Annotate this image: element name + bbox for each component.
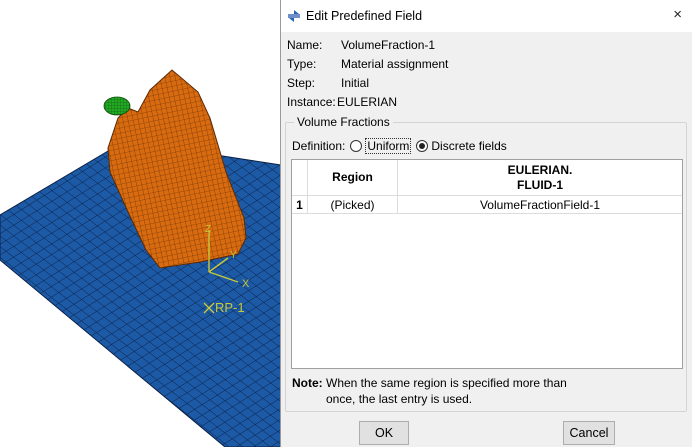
instance-row: Instance:EULERIAN <box>287 94 397 110</box>
row-index: 1 <box>292 196 308 214</box>
name-row: Name: VolumeFraction-1 <box>287 37 435 53</box>
note-line2: once, the last entry is used. <box>326 392 473 406</box>
ok-button[interactable]: OK <box>359 421 409 445</box>
triad-z-label: Z <box>205 224 211 235</box>
note-label: Note: <box>292 376 323 390</box>
uniform-radio[interactable] <box>350 140 363 152</box>
group-title: Volume Fractions <box>294 115 393 129</box>
header-material-line2: FLUID-1 <box>517 177 563 192</box>
definition-label: Definition: <box>292 139 346 153</box>
dialog-title: Edit Predefined Field <box>306 9 423 23</box>
note-text: Note: When the same region is specified m… <box>292 375 567 407</box>
cancel-button[interactable]: Cancel <box>563 421 615 445</box>
header-material: EULERIAN. FLUID-1 <box>398 160 682 196</box>
step-label: Step: <box>287 76 316 90</box>
volume-fraction-table: Region EULERIAN. FLUID-1 1 (Picked) Volu… <box>291 159 683 369</box>
definition-row: Definition: Uniform Discrete fields <box>292 137 507 155</box>
triad-y-label: Y <box>230 250 237 261</box>
model-viewport[interactable]: Z Y X RP-1 <box>0 0 281 447</box>
discrete-fields-label[interactable]: Discrete fields <box>431 139 506 153</box>
header-material-line1: EULERIAN. <box>507 162 573 177</box>
dialog-titlebar[interactable]: Edit Predefined Field × <box>281 0 692 32</box>
header-region: Region <box>308 160 398 196</box>
step-row: Step: Initial <box>287 75 369 91</box>
edit-predefined-field-dialog: Edit Predefined Field × Name: VolumeFract… <box>280 0 692 447</box>
uniform-label[interactable]: Uniform <box>365 138 412 154</box>
type-label: Type: <box>287 57 317 71</box>
edit-field-icon <box>287 9 301 23</box>
instance-value: EULERIAN <box>337 95 398 109</box>
volume-fractions-group: Volume Fractions Definition: Uniform Dis… <box>285 115 687 412</box>
row-value-cell[interactable]: VolumeFractionField-1 <box>398 196 682 214</box>
note-line1: When the same region is specified more t… <box>326 376 567 390</box>
triad-x-label: X <box>242 278 250 290</box>
close-button[interactable]: × <box>673 7 682 23</box>
type-value: Material assignment <box>341 57 449 71</box>
bottle-cap <box>103 96 131 116</box>
step-value: Initial <box>341 76 370 90</box>
name-value: VolumeFraction-1 <box>341 38 436 52</box>
name-label: Name: <box>287 38 323 52</box>
type-row: Type: Material assignment <box>287 56 448 72</box>
row-region-cell[interactable]: (Picked) <box>308 196 398 214</box>
model-view-canvas: Z Y X RP-1 <box>0 69 281 447</box>
discrete-fields-radio[interactable] <box>416 140 429 152</box>
ref-point-label: RP-1 <box>215 300 245 315</box>
instance-label: Instance: <box>287 95 336 109</box>
header-index <box>292 160 308 196</box>
